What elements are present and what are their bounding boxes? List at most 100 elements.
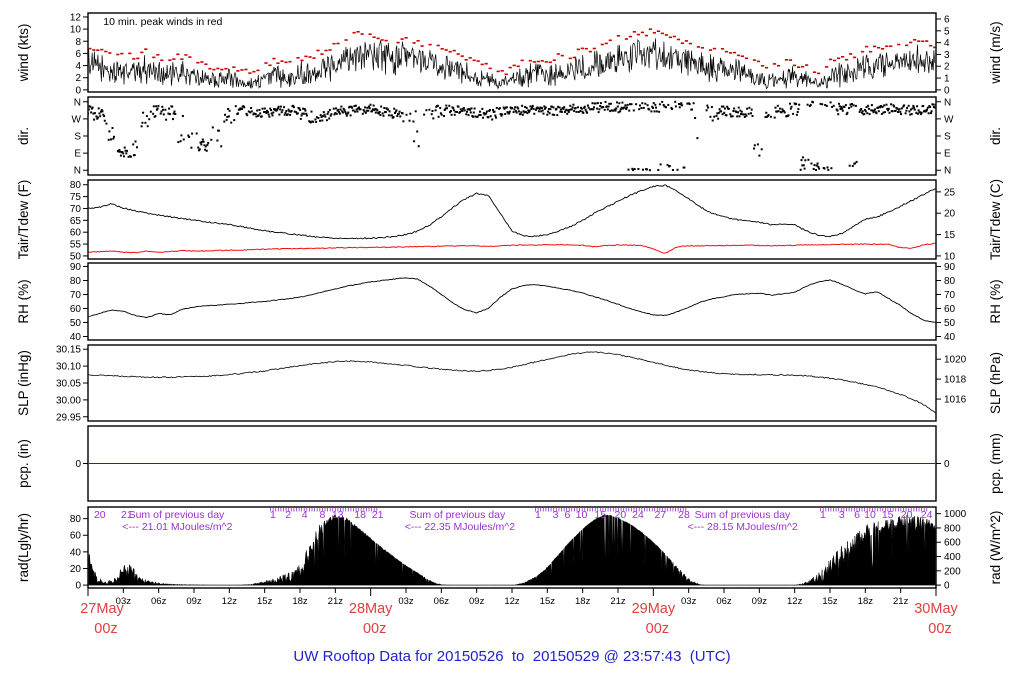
wind-left-tick-label: 2 (75, 73, 81, 84)
slp-line (88, 351, 936, 414)
temp-left-axis-label: Tair/Tdew (F) (16, 180, 31, 260)
rad-right-tick-label: 400 (944, 552, 961, 563)
hour-tick-label: 15z (257, 596, 273, 607)
rh-right-tick-label: 50 (944, 318, 956, 329)
rad-sum-number: 6 (564, 509, 570, 521)
wind-right-tick-label: 3 (944, 50, 950, 61)
rad-sum-number: 24 (632, 509, 644, 521)
hour-tick-label: 06z (716, 596, 732, 607)
hour-tick-label: 12z (787, 596, 803, 607)
dir-left-tick-label: S (74, 132, 81, 143)
rad-right-tick-label: 800 (944, 523, 961, 534)
hour-tick-label: 18z (292, 596, 308, 607)
chart-canvas: 10 min. peak winds in red024681012012345… (16, 12, 1003, 637)
day-label-time: 00z (646, 621, 669, 637)
rad-right-tick-label: 600 (944, 538, 961, 549)
day-label-date: 29May (632, 601, 676, 617)
rad-sum-number: 3 (553, 509, 559, 521)
rh-left-tick-label: 80 (70, 276, 82, 287)
hour-tick-label: 15z (822, 596, 838, 607)
rh-left-axis-label: RH (%) (16, 279, 31, 323)
rad-sum-number: 1 (535, 509, 541, 521)
rad-right-tick-label: 200 (944, 566, 961, 577)
rad-sum-number: 21 (372, 509, 384, 521)
rad-sum-text: <--- 28.15 MJoules/m^2 (688, 521, 798, 533)
rad-sum-number: 10 (864, 509, 876, 521)
pcp-left-tick-label: 0 (75, 459, 81, 470)
temp-left-tick-label: 60 (70, 228, 82, 239)
day-label-time: 00z (94, 621, 117, 637)
hour-tick-label: 21z (893, 596, 909, 607)
dir-right-tick-label: E (944, 149, 951, 160)
wind-left-tick-label: 6 (75, 49, 81, 60)
rad-sum-number: 27 (655, 509, 667, 521)
slp-right-tick-label: 1018 (944, 375, 967, 386)
temp-left-tick-label: 70 (70, 204, 82, 215)
rad-sum-number: 28 (678, 509, 690, 521)
temp-right-tick-label: 15 (944, 230, 956, 241)
day-label-date: 27May (80, 601, 124, 617)
temp-left-tick-label: 50 (70, 251, 82, 262)
wind-left-tick-label: 4 (75, 61, 81, 72)
rad-sum-number: 1 (270, 509, 276, 521)
rh-right-tick-label: 90 (944, 262, 956, 273)
wind-right-tick-label: 5 (944, 26, 950, 37)
rad-sum-number: 2 (285, 509, 291, 521)
dir-right-tick-label: S (944, 132, 951, 143)
dir-left-tick-label: W (72, 114, 82, 125)
hour-tick-label: 09z (469, 596, 485, 607)
rad-left-tick-label: 40 (70, 547, 82, 558)
slp-right-tick-label: 1020 (944, 355, 967, 366)
hour-tick-label: 03z (398, 596, 414, 607)
hour-tick-label: 06z (434, 596, 450, 607)
dir-scatter-points (88, 100, 936, 172)
rad-left-tick-label: 80 (70, 514, 82, 525)
rh-right-tick-label: 70 (944, 290, 956, 301)
hour-tick-label: 09z (752, 596, 768, 607)
rad-sum-number: 18 (354, 509, 366, 521)
hour-tick-label: 18z (575, 596, 591, 607)
dir-left-tick-label: N (74, 97, 81, 108)
wind-peak-marks (88, 28, 936, 76)
wind-right-tick-label: 2 (944, 62, 950, 73)
dir-right-axis-label: dir. (988, 127, 1003, 145)
panel-temp-frame (87, 179, 937, 260)
rh-line (88, 277, 936, 323)
temp-right-tick-label: 25 (944, 187, 956, 198)
rh-left-tick-label: 50 (70, 318, 82, 329)
dir-left-tick-label: N (74, 166, 81, 177)
wind-left-axis-label: wind (kts) (16, 24, 31, 83)
dir-right-tick-label: W (944, 114, 954, 125)
hour-tick-label: 09z (186, 596, 202, 607)
dir-right-tick-label: N (944, 166, 951, 177)
panel-slp-frame (87, 344, 937, 422)
temp-right-axis-label: Tair/Tdew (C) (988, 179, 1003, 260)
rad-left-tick-label: 60 (70, 531, 82, 542)
rh-right-tick-label: 60 (944, 304, 956, 315)
tdew-line (88, 242, 936, 254)
chart-title: UW Rooftop Data for 20150526 to 20150529… (293, 648, 731, 665)
temp-left-tick-label: 75 (70, 192, 82, 203)
pcp-right-tick-label: 0 (944, 459, 950, 470)
dir-left-axis-label: dir. (16, 127, 31, 145)
pcp-right-axis-label: pcp. (mm) (988, 433, 1003, 494)
pcp-left-axis-label: pcp. (in) (16, 439, 31, 488)
rh-left-tick-label: 40 (70, 332, 82, 343)
rh-right-tick-label: 40 (944, 332, 956, 343)
wind-peak-annotation: 10 min. peak winds in red (103, 16, 222, 28)
rad-sum-number: 20 (94, 509, 106, 521)
rad-sum-number: 15 (594, 509, 606, 521)
rad-left-tick-label: 0 (75, 581, 81, 592)
temp-right-tick-label: 10 (944, 251, 956, 262)
temp-left-tick-label: 80 (70, 180, 82, 191)
tair-line (88, 184, 936, 240)
wind-left-tick-label: 0 (75, 85, 81, 96)
hour-tick-label: 12z (504, 596, 520, 607)
slp-left-tick-label: 30.15 (56, 345, 81, 356)
hour-tick-label: 18z (858, 596, 874, 607)
rad-sum-number: 10 (576, 509, 588, 521)
wind-right-tick-label: 6 (944, 14, 950, 25)
rad-left-tick-label: 20 (70, 564, 82, 575)
rad-purple-annotations: 20 21 1 2 4 8 13 18 21 1 3 6 10 15 20 24 27 28 1 3 6 10 15 20 24… (94, 508, 933, 533)
slp-left-axis-label: SLP (inHg) (16, 350, 31, 416)
